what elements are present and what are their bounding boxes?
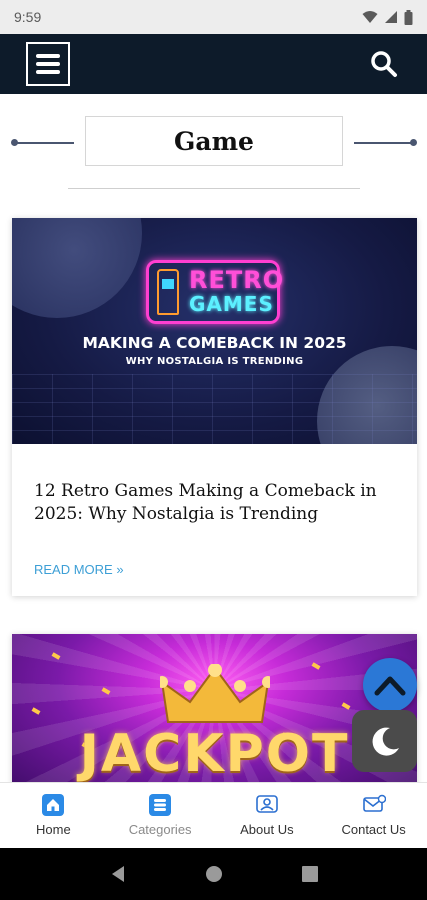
divider-line — [14, 142, 74, 144]
retro-games-logo: RETRO GAMES — [146, 260, 283, 324]
home-icon — [42, 794, 65, 816]
nav-item-about[interactable]: About Us — [214, 783, 321, 848]
post-title[interactable]: 12 Retro Games Making a Comeback in 2025… — [34, 480, 404, 526]
read-more-link[interactable]: READ MORE » — [34, 562, 124, 577]
nav-label: Contact Us — [341, 822, 406, 837]
hamburger-menu-button[interactable] — [26, 42, 70, 86]
home-circle-icon[interactable] — [205, 865, 223, 883]
moon-icon — [372, 727, 399, 756]
status-icons — [362, 9, 413, 25]
crown-icon — [160, 664, 270, 723]
arcade-cabinet-icon — [157, 269, 179, 315]
recents-icon[interactable] — [301, 866, 318, 882]
chevron-up-icon — [374, 676, 406, 696]
dark-mode-toggle[interactable] — [352, 710, 417, 772]
nav-label: Categories — [128, 822, 192, 837]
logo-text: RETRO — [189, 266, 285, 294]
app-header — [0, 34, 427, 94]
title-underline — [68, 188, 360, 189]
nav-item-home[interactable]: Home — [0, 783, 107, 848]
hamburger-menu-icon — [36, 54, 60, 58]
about-icon — [256, 795, 278, 813]
scroll-to-top-button[interactable] — [363, 658, 417, 712]
bottom-navigation: Home Categories About Us Contact Us — [0, 782, 427, 848]
signal-icon — [385, 11, 397, 23]
nav-item-categories[interactable]: Categories — [107, 783, 214, 848]
back-icon[interactable] — [109, 865, 127, 883]
search-button[interactable] — [367, 47, 401, 81]
image-subheadline: WHY NOSTALGIA IS TRENDING — [125, 356, 304, 367]
system-navigation-bar — [0, 848, 427, 900]
planet-decoration — [12, 218, 142, 318]
categories-icon — [149, 794, 172, 816]
image-headline: MAKING A COMEBACK IN 2025 — [82, 334, 347, 352]
nav-item-contact[interactable]: Contact Us — [320, 783, 427, 848]
contact-icon — [362, 794, 386, 812]
wifi-icon — [362, 11, 378, 23]
category-title-section: Game — [0, 116, 427, 168]
post-thumbnail[interactable]: RETRO GAMES MAKING A COMEBACK IN 2025 WH… — [12, 218, 417, 444]
grid-decoration — [12, 374, 417, 444]
nav-label: About Us — [240, 822, 294, 837]
category-title-box: Game — [85, 116, 343, 166]
status-bar: 9:59 — [0, 0, 427, 34]
divider-dot — [410, 139, 417, 146]
status-time: 9:59 — [14, 9, 42, 25]
search-icon — [371, 51, 397, 77]
battery-icon — [404, 9, 413, 25]
page-title: Game — [174, 126, 254, 156]
post-card[interactable]: RETRO GAMES MAKING A COMEBACK IN 2025 WH… — [12, 218, 417, 596]
logo-text: GAMES — [189, 292, 274, 316]
divider-line — [354, 142, 414, 144]
nav-label: Home — [36, 822, 71, 837]
